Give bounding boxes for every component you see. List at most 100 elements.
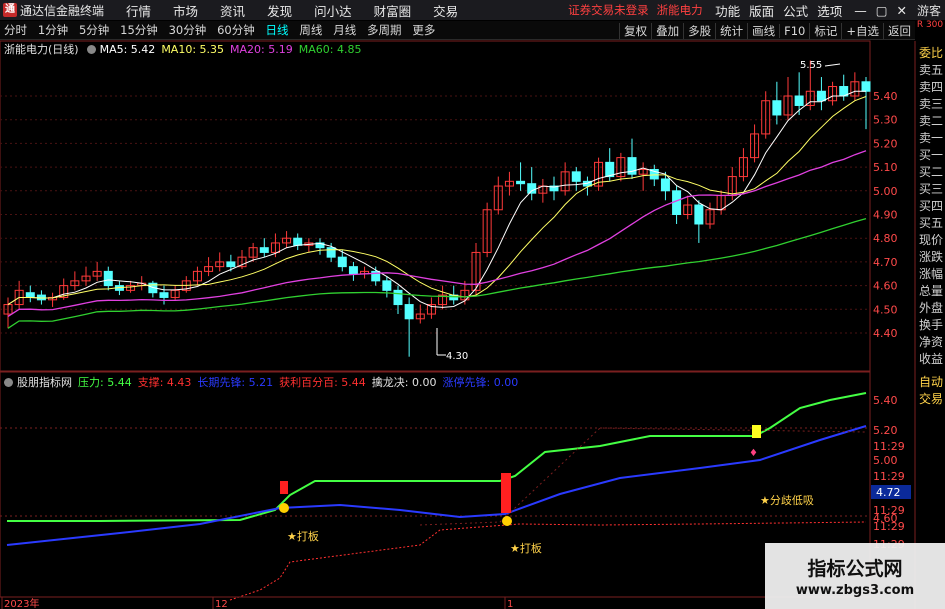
ob-net-assets: 净资 — [918, 335, 943, 349]
signal-bar — [752, 425, 761, 438]
ob-sell1: 卖一 — [918, 131, 943, 145]
order-book: 委比 卖五 卖四 卖三 卖二 卖一 买一 买二 买三 买四 买五 现价 涨跌 涨… — [917, 45, 945, 408]
ob-auto[interactable]: 自动 — [917, 374, 945, 391]
profit-value: 获利百分百: 5.44 — [279, 376, 366, 389]
date-tick-label: 12 — [215, 599, 228, 609]
support-value: 支撑: 4.43 — [137, 376, 192, 389]
main-legend: 浙能电力(日线) MA5: 5.42 MA10: 5.35 MA20: 5.19… — [4, 42, 367, 57]
ob-commission-ratio: 委比 — [918, 46, 943, 60]
ob-sell5: 卖五 — [918, 63, 943, 77]
ma5-value: MA5: 5.42 — [99, 42, 156, 56]
high-arrow — [824, 63, 841, 67]
ma10-line — [7, 96, 867, 306]
indicator-tick-label: 5.20 — [873, 424, 898, 437]
ob-buy5: 买五 — [918, 216, 943, 230]
ob-volume: 总量 — [918, 284, 943, 298]
candle-down — [25, 292, 35, 298]
candle-down — [816, 90, 826, 102]
legend-toggle-icon[interactable] — [86, 44, 96, 54]
long-line — [6, 425, 867, 546]
ob-trade[interactable]: 交易 — [917, 391, 945, 408]
watermark-url: www.zbgs3.com — [795, 583, 915, 598]
indicator-name: 股朋指标网 — [17, 376, 72, 389]
watermark: 指标公式网 www.zbgs3.com — [765, 543, 945, 609]
ob-sell3: 卖三 — [918, 97, 943, 111]
candle-down — [516, 180, 526, 185]
ob-change: 涨跌 — [918, 250, 943, 264]
candle-down — [404, 304, 414, 320]
candle-down — [527, 183, 537, 194]
signal-bar — [501, 473, 511, 513]
indicator-tick-label: 11:29 — [873, 440, 905, 453]
ob-outer: 外盘 — [918, 301, 943, 315]
ma20-line — [7, 150, 867, 317]
indicator-tick-label: 11:29 — [873, 520, 905, 533]
diamond-icon: ♦ — [749, 448, 758, 459]
candle-down — [159, 292, 169, 298]
ob-earnings: 收益 — [918, 352, 943, 366]
kline-chart[interactable]: 5.40 5.30 5.20 5.10 5.00 4.90 4.80 4.70 4.60 4.50… — [0, 0, 945, 609]
candle-down — [337, 256, 347, 268]
ob-buy3: 买三 — [918, 182, 943, 196]
candle-down — [293, 237, 303, 246]
price-tick-label: 5.40 — [873, 90, 898, 103]
price-tick-label: 4.40 — [873, 327, 898, 340]
price-tick-label: 4.90 — [873, 209, 898, 222]
ob-turnover: 换手 — [918, 318, 943, 332]
candle-down — [571, 171, 581, 182]
ma60-line — [7, 217, 867, 329]
price-tick-label: 5.30 — [873, 114, 898, 127]
short-line-value: 涨停先锋: 0.00 — [442, 376, 519, 389]
indicator-tick-label: 5.00 — [873, 454, 898, 467]
candle-down — [382, 280, 392, 291]
price-tick-label: 5.20 — [873, 137, 898, 150]
profit-line — [419, 427, 867, 526]
indicator-toggle-icon[interactable] — [4, 377, 13, 387]
price-tick-label: 5.10 — [873, 161, 898, 174]
signal-bar — [280, 481, 288, 494]
date-tick-label: 1 — [507, 599, 513, 609]
indicator-panel-frame — [0, 371, 871, 598]
candle-down — [660, 178, 670, 192]
ma20-value: MA20: 5.19 — [230, 42, 293, 56]
watermark-title: 指标公式网 — [807, 558, 903, 580]
candle-down — [772, 100, 782, 116]
low-price-label: 4.30 — [446, 351, 468, 362]
price-tick-label: 4.60 — [873, 280, 898, 293]
date-tick-label: 2023年 — [4, 597, 39, 609]
pressure-value: 压力: 5.44 — [78, 376, 132, 389]
candle-down — [226, 261, 236, 268]
dragon-value: 擒龙决: 0.00 — [371, 376, 437, 389]
candle-down — [694, 204, 704, 225]
ob-buy2: 买二 — [918, 165, 943, 179]
candle-down — [393, 289, 403, 306]
ob-sell2: 卖二 — [918, 114, 943, 128]
pressure-line — [7, 392, 867, 522]
ob-buy1: 买一 — [918, 148, 943, 162]
ob-change-pct: 涨幅 — [918, 267, 943, 281]
long-line-value: 长期先锋: 5.21 — [197, 376, 274, 389]
candle-down — [326, 247, 336, 258]
indicator-legend: 股朋指标网 压力: 5.44 支撑: 4.43 长期先锋: 5.21 获利百分百… — [4, 375, 524, 389]
signal-label-daban: ★打板 — [287, 529, 319, 543]
ob-price: 现价 — [918, 233, 943, 247]
ob-buy4: 买四 — [918, 199, 943, 213]
high-price-label: 5.55 — [800, 60, 822, 71]
current-value-label: 4.72 — [876, 486, 901, 499]
signal-label-daban: ★打板 — [510, 541, 542, 555]
price-tick-label: 4.50 — [873, 303, 898, 316]
main-panel-frame — [0, 40, 871, 372]
stock-period-label: 浙能电力(日线) — [4, 43, 79, 56]
signal-label-dip-buy: ★分歧低吸 — [760, 494, 814, 507]
smiley-icon — [502, 516, 512, 526]
price-tick-label: 4.70 — [873, 256, 898, 269]
candle-down — [103, 270, 113, 287]
candle-down — [259, 247, 269, 253]
candle-down — [348, 266, 358, 275]
price-tick-label: 4.80 — [873, 232, 898, 245]
smiley-icon — [279, 503, 289, 513]
ma5-line — [7, 90, 866, 308]
indicator-tick-label: 11:29 — [873, 470, 905, 483]
indicator-tick-label: 5.40 — [873, 394, 898, 407]
ma10-value: MA10: 5.35 — [161, 42, 225, 56]
